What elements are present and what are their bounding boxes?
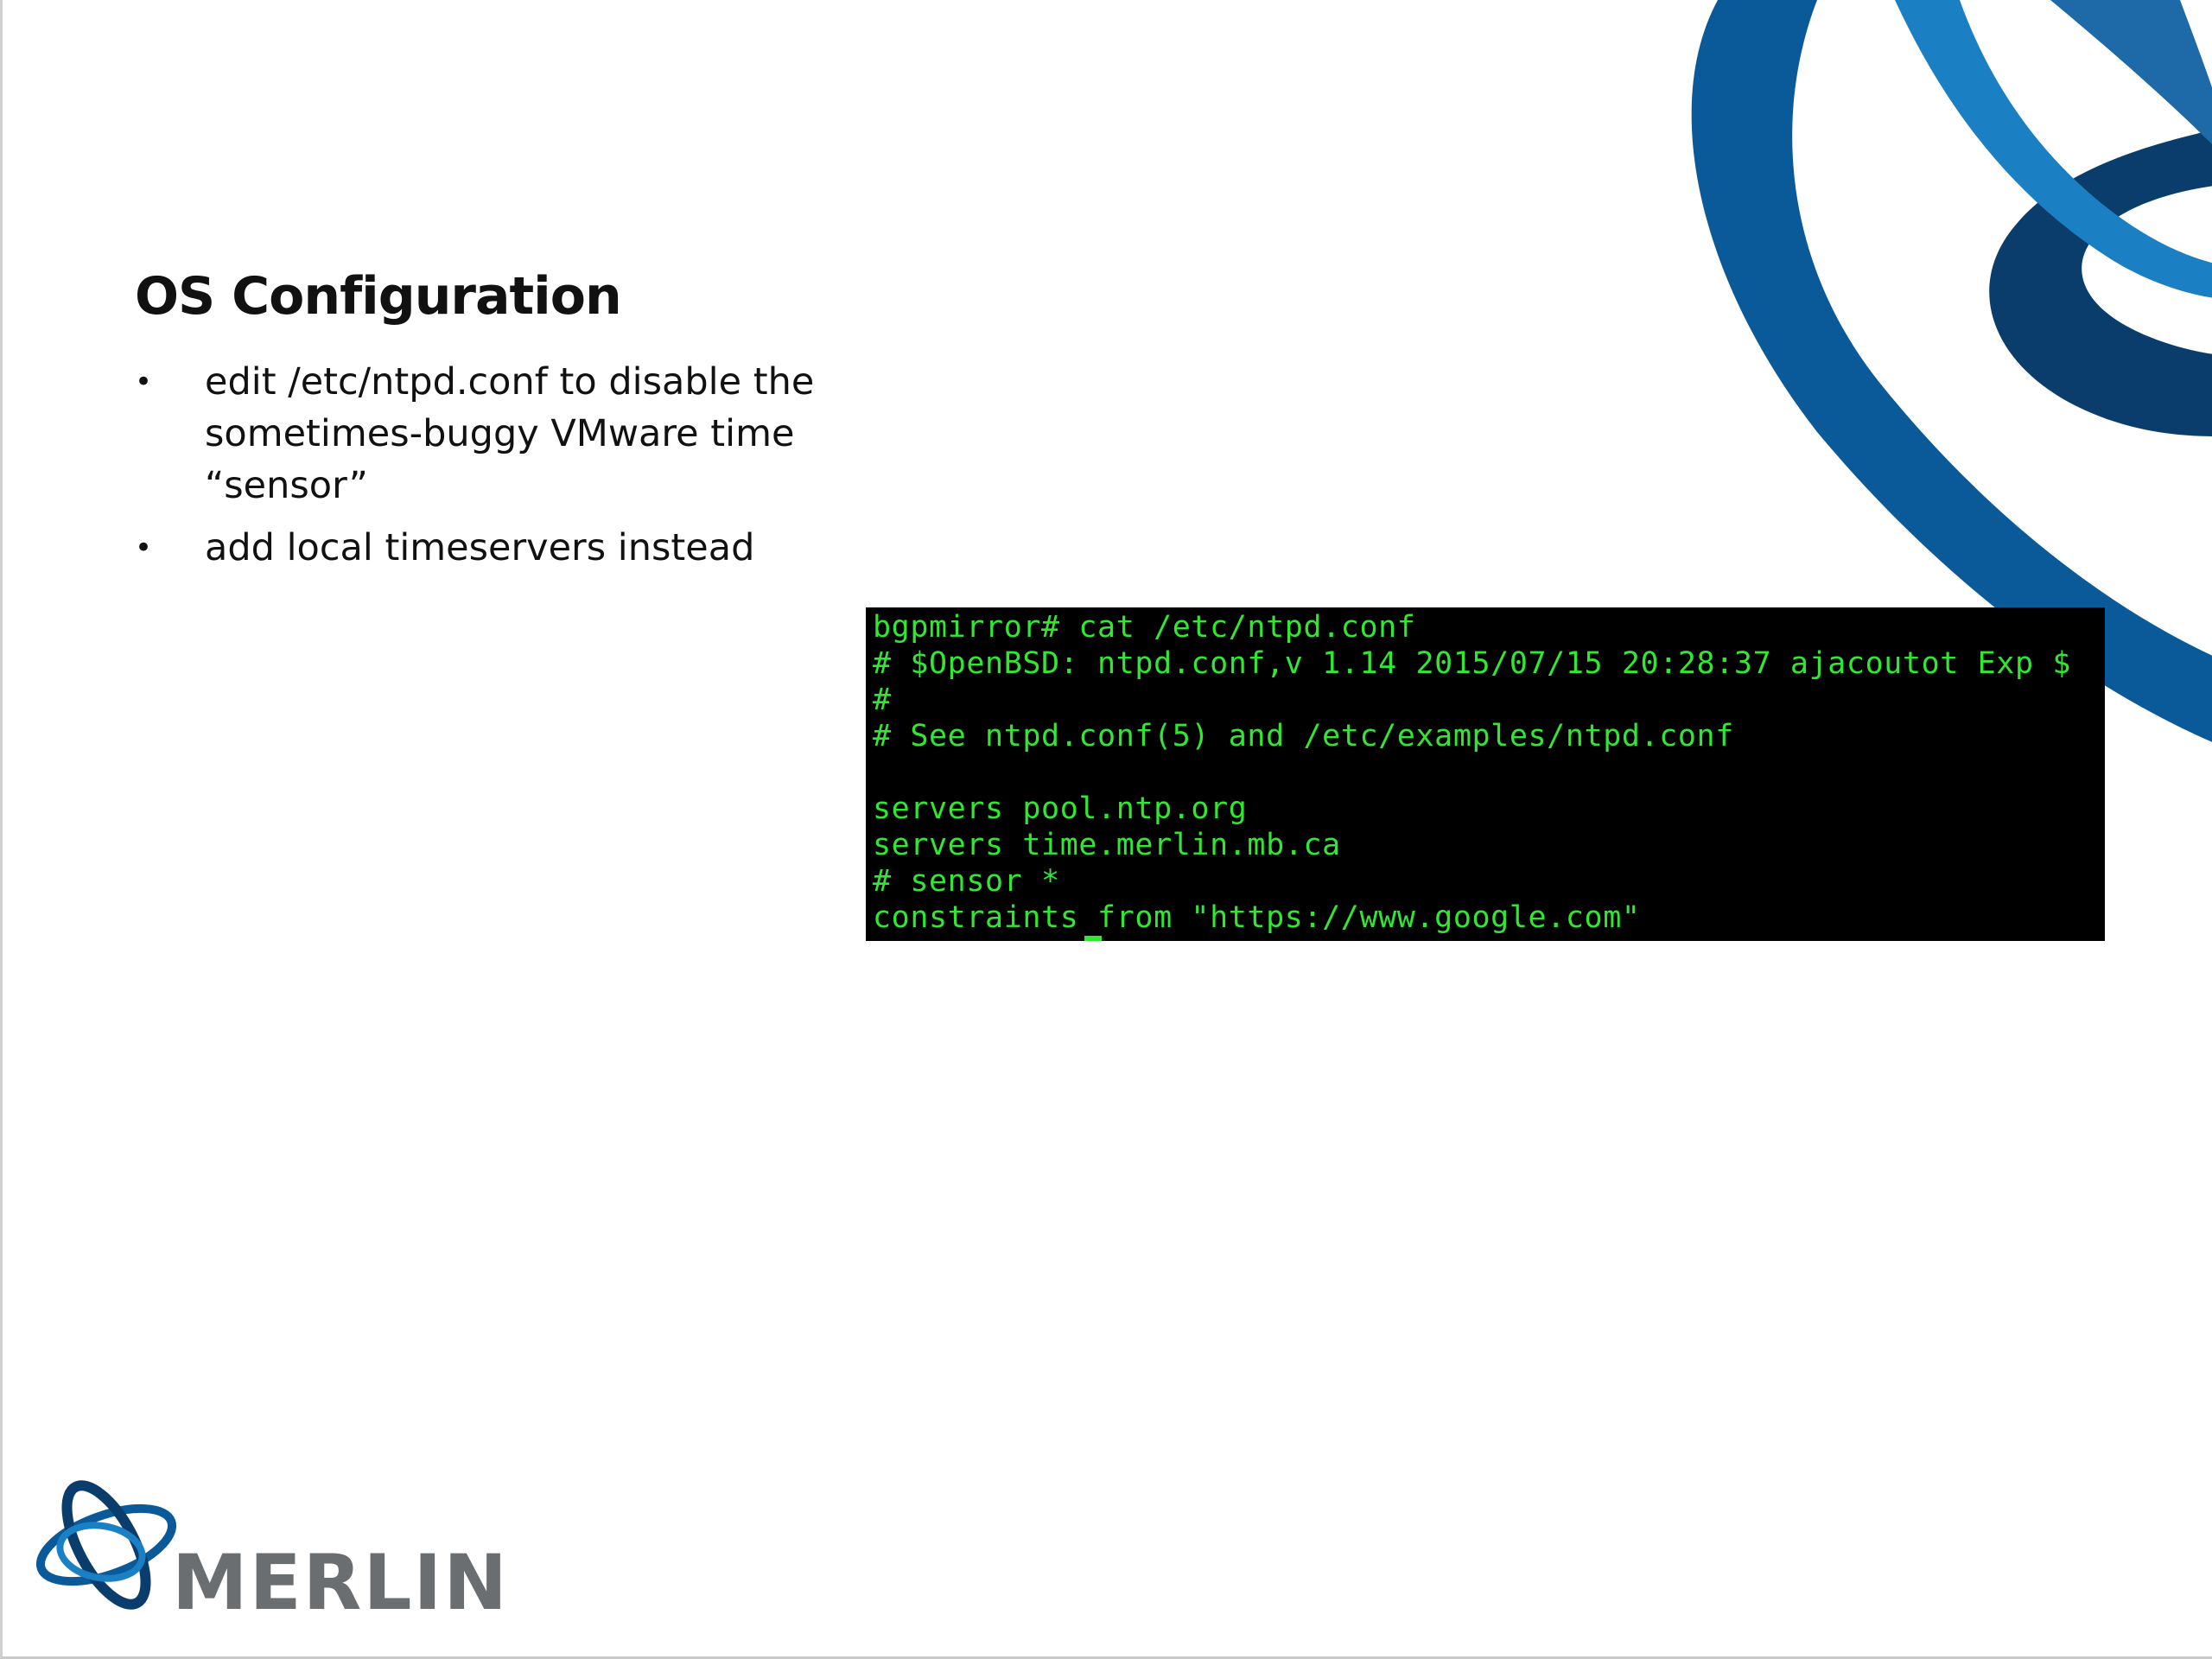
bullet-item: • add local timeservers instead [135, 522, 826, 574]
terminal-line: # $OpenBSD: ntpd.conf,v 1.14 2015/07/15 … [873, 646, 2071, 681]
slide-title: OS Configuration [135, 266, 622, 327]
bullet-text: edit /etc/ntpd.conf to disable the somet… [205, 360, 815, 507]
terminal-line: servers time.merlin.mb.ca [873, 828, 1341, 862]
bullet-item: • edit /etc/ntpd.conf to disable the som… [135, 356, 826, 512]
swoosh-accent-ribbon [2050, 0, 2212, 145]
terminal-cursor [1084, 936, 1102, 941]
bullet-list: • edit /etc/ntpd.conf to disable the som… [135, 356, 826, 584]
bullet-text: add local timeservers instead [205, 526, 755, 569]
logo-orbit-ring-navy [61, 1480, 151, 1610]
terminal-line: # sensor * [873, 864, 1060, 899]
terminal-prompt-line [873, 936, 2098, 941]
terminal-line: bgpmirror# cat /etc/ntpd.conf [873, 610, 1416, 645]
terminal-line: constraints from "https://www.google.com… [873, 900, 1641, 935]
merlin-orbit-logo-icon [35, 1480, 177, 1610]
merlin-logo-text: MERLIN [172, 1538, 509, 1627]
bullet-marker: • [135, 365, 153, 399]
terminal-line: servers pool.ntp.org [873, 791, 1248, 826]
slide: OS Configuration • edit /etc/ntpd.conf t… [0, 0, 2212, 1659]
merlin-logo: MERLIN [27, 1469, 545, 1624]
terminal-line: # See ntpd.conf(5) and /etc/examples/ntp… [873, 719, 1734, 753]
terminal-line: # [873, 683, 892, 717]
terminal-screenshot: bgpmirror# cat /etc/ntpd.conf # $OpenBSD… [866, 607, 2105, 941]
bullet-marker: • [135, 531, 153, 565]
